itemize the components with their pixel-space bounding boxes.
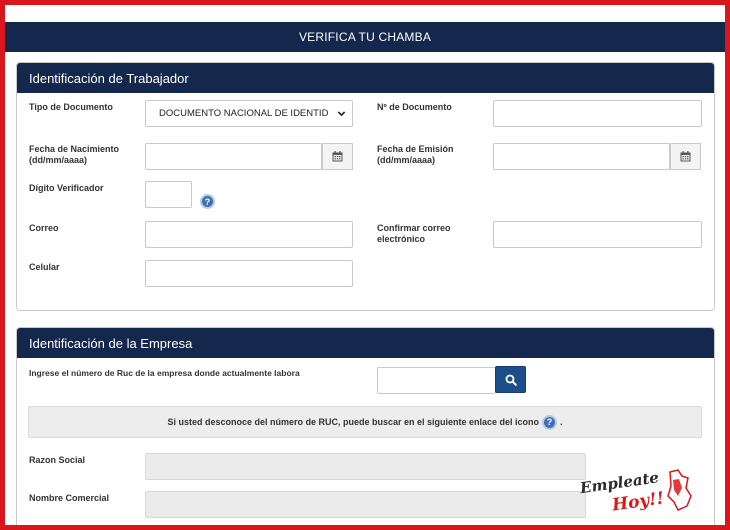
doc-type-label: Tipo de Documento bbox=[29, 102, 113, 112]
help-icon[interactable]: ? bbox=[542, 414, 558, 430]
company-panel-header: Identificación de la Empresa bbox=[17, 328, 714, 358]
issue-date-label-line1: Fecha de Emisión bbox=[377, 144, 454, 154]
email-label: Correo bbox=[29, 223, 59, 233]
trade-name-label: Nombre Comercial bbox=[29, 493, 110, 503]
worker-panel-header: Identificación de Trabajador bbox=[17, 63, 714, 93]
ruc-info-suffix: . bbox=[560, 417, 563, 427]
logo-text-line2: Hoy!! bbox=[610, 488, 665, 514]
ruc-input[interactable] bbox=[377, 367, 496, 394]
check-digit-input[interactable] bbox=[145, 181, 192, 208]
birth-date-label-line2: (dd/mm/aaaa) bbox=[29, 155, 88, 165]
check-digit-label: Dígito Verificador bbox=[29, 183, 104, 193]
search-icon bbox=[505, 374, 517, 386]
confirm-email-label-line1: Confirmar correo bbox=[377, 223, 451, 233]
business-name-label: Razon Social bbox=[29, 455, 86, 465]
calendar-icon bbox=[332, 151, 343, 162]
help-icon-glyph: ? bbox=[204, 196, 211, 207]
company-panel-title: Identificación de la Empresa bbox=[29, 335, 193, 351]
issue-date-label-line2: (dd/mm/aaaa) bbox=[377, 155, 436, 165]
cell-input[interactable] bbox=[145, 260, 353, 287]
issue-date-input[interactable] bbox=[493, 143, 670, 170]
top-strip bbox=[5, 5, 725, 22]
birth-date-input[interactable] bbox=[145, 143, 322, 170]
confirm-email-label-line2: electrónico bbox=[377, 234, 426, 244]
ruc-label: Ingrese el número de Ruc de la empresa d… bbox=[29, 368, 300, 378]
chevron-down-icon bbox=[337, 111, 346, 117]
help-icon-glyph: ? bbox=[546, 417, 553, 427]
confirm-email-label: Confirmar correo electrónico bbox=[377, 223, 451, 245]
page-title: VERIFICA TU CHAMBA bbox=[298, 30, 432, 44]
trade-name-input[interactable] bbox=[145, 491, 586, 518]
help-icon[interactable]: ? bbox=[200, 194, 215, 209]
cell-label: Celular bbox=[29, 262, 60, 272]
ruc-search-button[interactable] bbox=[495, 366, 526, 393]
page-header: VERIFICA TU CHAMBA bbox=[5, 22, 725, 52]
confirm-email-input[interactable] bbox=[493, 221, 702, 248]
doc-type-select[interactable]: DOCUMENTO NACIONAL DE IDENTID bbox=[145, 100, 353, 127]
issue-date-label: Fecha de Emisión (dd/mm/aaaa) bbox=[377, 144, 454, 166]
empleatehoy-logo: Empleate Hoy!! bbox=[578, 468, 692, 514]
email-input[interactable] bbox=[145, 221, 353, 248]
issue-date-calendar-button[interactable] bbox=[670, 143, 701, 170]
doc-number-input[interactable] bbox=[493, 100, 702, 127]
business-name-input[interactable] bbox=[145, 453, 586, 480]
ruc-info-bar: Si usted desconoce del número de RUC, pu… bbox=[28, 406, 702, 438]
calendar-icon bbox=[680, 151, 691, 162]
birth-date-label: Fecha de Nacimiento (dd/mm/aaaa) bbox=[29, 144, 119, 166]
birth-date-label-line1: Fecha de Nacimiento bbox=[29, 144, 120, 154]
doc-type-value: DOCUMENTO NACIONAL DE IDENTID bbox=[159, 108, 329, 119]
birth-date-calendar-button[interactable] bbox=[322, 143, 353, 170]
worker-panel-title: Identificación de Trabajador bbox=[29, 70, 189, 86]
ruc-info-text: Si usted desconoce del número de RUC, pu… bbox=[167, 417, 540, 427]
doc-number-label: Nº de Documento bbox=[377, 102, 452, 112]
